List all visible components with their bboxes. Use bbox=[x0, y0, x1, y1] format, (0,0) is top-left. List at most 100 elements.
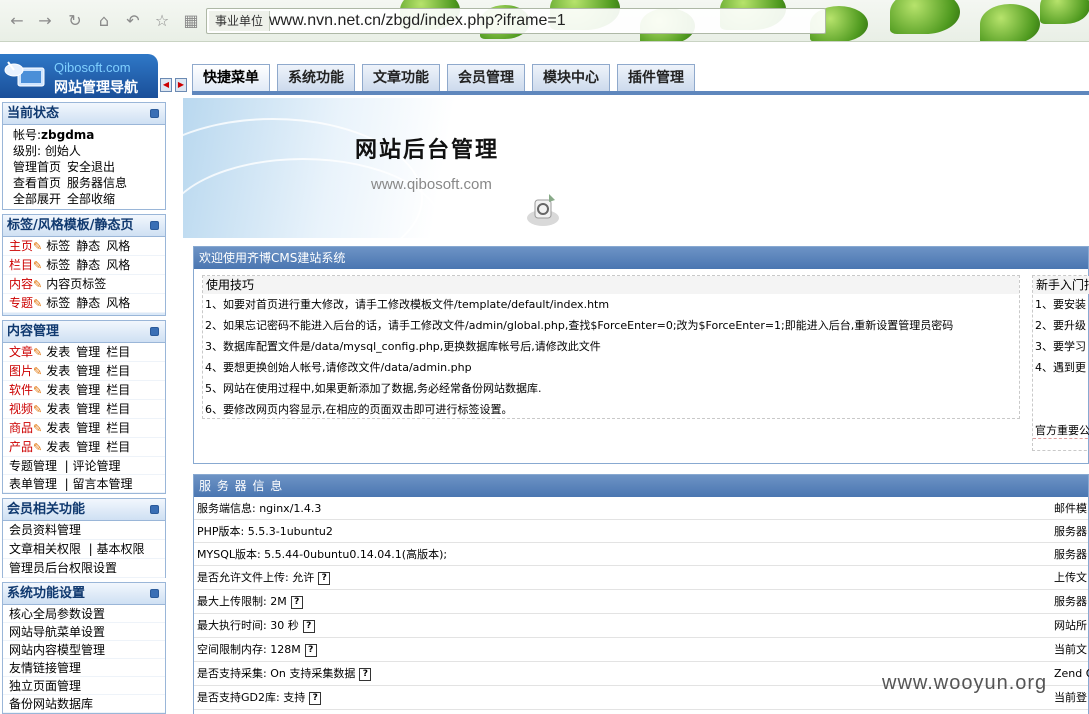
list-item[interactable]: 网站内容模型管理 bbox=[3, 641, 165, 659]
edit-icon: ✎ bbox=[33, 278, 43, 291]
newbie-line[interactable]: 4、遇到更 bbox=[1033, 357, 1089, 378]
member-section: 会员相关功能 会员资料管理 文章相关权限 | 基本权限 管理员后台权限设置 bbox=[2, 498, 166, 578]
server-info-right: 邮件模 bbox=[1054, 502, 1087, 515]
server-info-left: 空间限制内存: 128M? bbox=[197, 638, 317, 662]
content-section: 内容管理 文章✎ 发表 管理 栏目 图片✎ 发表 管理 栏目 软件✎ 发表 管理 栏目 视频✎ 发表… bbox=[2, 320, 166, 494]
tab-quick-menu[interactable]: 快捷菜单 bbox=[192, 64, 270, 92]
list-item[interactable]: 网站导航菜单设置 bbox=[3, 623, 165, 641]
server-info-right: 服务器 bbox=[1054, 548, 1087, 561]
list-item: 视频✎ 发表 管理 栏目 bbox=[3, 400, 165, 419]
back-icon[interactable]: ← bbox=[8, 12, 26, 30]
list-item[interactable]: 独立页面管理 bbox=[3, 677, 165, 695]
server-info-link[interactable]: 服务器信息 bbox=[67, 176, 127, 190]
tab-system[interactable]: 系统功能 bbox=[277, 64, 355, 92]
server-info-right: 当前文 bbox=[1054, 643, 1087, 656]
server-info-text: MYSQL版本: 5.5.44-0ubuntu0.14.04.1(高版本); bbox=[197, 548, 448, 561]
section-title[interactable]: 会员相关功能 bbox=[3, 499, 165, 521]
tip-line: 6、要修改网页内容显示,在相应的页面双击即可进行标签设置。 bbox=[205, 403, 513, 416]
panel-title: 欢迎使用齐博CMS建站系统 bbox=[194, 247, 1088, 269]
help-icon[interactable]: ? bbox=[318, 572, 331, 585]
sidebar: 当前状态 帐号:zbgdma 级别: 创始人 管理首页 安全退出 查看首页 服务器信… bbox=[0, 98, 168, 714]
section-title[interactable]: 当前状态 bbox=[3, 103, 165, 125]
form-link[interactable]: 表单管理 bbox=[9, 477, 57, 491]
section-title[interactable]: 内容管理 bbox=[3, 321, 165, 343]
edit-icon: ✎ bbox=[33, 441, 43, 454]
table-row: 是否允许文件上传: 允许? 上传文 bbox=[194, 566, 1088, 590]
undo-icon[interactable]: ↶ bbox=[124, 12, 142, 30]
list-item[interactable]: 备份网站数据库 bbox=[3, 695, 165, 713]
expand-all-link[interactable]: 全部展开 bbox=[13, 192, 61, 206]
apps-icon[interactable]: ▦ bbox=[182, 12, 200, 30]
admin-home-link[interactable]: 管理首页 bbox=[13, 160, 61, 174]
guestbook-link[interactable]: 留言本管理 bbox=[73, 477, 133, 491]
account-row: 帐号:zbgdma bbox=[3, 127, 165, 143]
list-item: 栏目✎ 标签 静态 风格 bbox=[3, 256, 165, 275]
help-icon[interactable]: ? bbox=[302, 620, 315, 633]
toggle-icon[interactable] bbox=[150, 221, 159, 230]
newbie-line[interactable]: 2、要升级 bbox=[1033, 315, 1089, 336]
collapse-right-icon[interactable]: ▶ bbox=[175, 78, 187, 92]
tips-box: 使用技巧 1、如要对首页进行重大修改，请手工修改模板文件/template/de… bbox=[202, 275, 1020, 419]
list-item[interactable]: 核心全局参数设置 bbox=[3, 605, 165, 623]
logo-site: Qibosoft.com bbox=[54, 60, 131, 75]
tab-article[interactable]: 文章功能 bbox=[362, 64, 440, 92]
home-icon[interactable]: ⌂ bbox=[95, 12, 113, 30]
table-row: 服务端信息: nginx/1.4.3 邮件模 bbox=[194, 497, 1088, 520]
newbie-line[interactable]: 3、要学习 bbox=[1033, 336, 1089, 357]
comment-link[interactable]: 评论管理 bbox=[73, 459, 121, 473]
list-item: 文章✎ 发表 管理 栏目 bbox=[3, 343, 165, 362]
list-item: 专题管理 | 评论管理 bbox=[3, 457, 165, 475]
forward-icon[interactable]: → bbox=[36, 12, 54, 30]
url-text[interactable]: www.nvn.net.cn/zbgd/index.php?iframe=1 bbox=[269, 10, 566, 32]
logout-link[interactable]: 安全退出 bbox=[67, 160, 115, 174]
newbie-title: 新手入门指 bbox=[1033, 276, 1089, 294]
server-info-text: 服务端信息: nginx/1.4.3 bbox=[197, 502, 322, 515]
toggle-icon[interactable] bbox=[150, 327, 159, 336]
toggle-icon[interactable] bbox=[150, 505, 159, 514]
list-item: 专题✎ 标签 静态 风格 bbox=[3, 294, 165, 313]
server-info-left: MYSQL版本: 5.5.44-0ubuntu0.14.04.1(高版本); bbox=[197, 543, 447, 566]
help-icon[interactable]: ? bbox=[304, 644, 317, 657]
help-icon[interactable]: ? bbox=[359, 668, 372, 681]
tab-underline bbox=[192, 91, 1089, 95]
help-icon[interactable]: ? bbox=[309, 692, 322, 705]
tip-line: 1、如要对首页进行重大修改，请手工修改模板文件/template/default… bbox=[205, 298, 610, 311]
server-info-left: 是否支持GD2库: 支持? bbox=[197, 686, 322, 710]
address-bar[interactable]: 事业单位 www.nvn.net.cn/zbgd/index.php?ifram… bbox=[206, 8, 826, 34]
tab-plugins[interactable]: 插件管理 bbox=[617, 64, 695, 92]
browser-toolbar: ← → ↻ ⌂ ↶ ☆ ▦ 事业单位 www.nvn.net.cn/zbgd/i… bbox=[0, 0, 1089, 42]
reload-icon[interactable]: ↻ bbox=[66, 12, 84, 30]
server-info-text: 是否支持采集: On 支持采集数据 bbox=[197, 667, 356, 680]
official-notice[interactable]: 官方重要公 bbox=[1033, 422, 1089, 439]
server-info-text: 最大上传限制: 2M bbox=[197, 595, 287, 608]
section-title[interactable]: 系统功能设置 bbox=[3, 583, 165, 605]
list-item: 图片✎ 发表 管理 栏目 bbox=[3, 362, 165, 381]
table-row: 最大上传限制: 2M? 服务器 bbox=[194, 590, 1088, 614]
server-info-text: 空间限制内存: 128M bbox=[197, 643, 301, 656]
tab-member[interactable]: 会员管理 bbox=[447, 64, 525, 92]
server-info-text: 最大执行时间: 30 秒 bbox=[197, 619, 299, 632]
collapse-all-link[interactable]: 全部收缩 bbox=[67, 192, 115, 206]
banner-image: 网站后台管理 www.qibosoft.com bbox=[183, 98, 613, 238]
newbie-box: 新手入门指 1、要安装 2、要升级 3、要学习 4、遇到更 官方重要公 bbox=[1032, 275, 1089, 451]
toggle-icon[interactable] bbox=[150, 589, 159, 598]
tip-line: 3、数据库配置文件是/data/mysql_config.php,更换数据库帐号… bbox=[205, 340, 601, 353]
tip-line: 4、要想更换创始人帐号,请修改文件/data/admin.php bbox=[205, 361, 472, 374]
table-row: 最大执行时间: 30 秒? 网站所 bbox=[194, 614, 1088, 638]
server-info-right: 服务器 bbox=[1054, 525, 1087, 538]
newbie-line[interactable]: 1、要安装 bbox=[1033, 294, 1089, 315]
section-title[interactable]: 标签/风格模板/静态页 bbox=[3, 215, 165, 237]
star-icon[interactable]: ☆ bbox=[153, 12, 171, 30]
member-info-link[interactable]: 会员资料管理 bbox=[3, 521, 165, 540]
list-item[interactable]: 友情链接管理 bbox=[3, 659, 165, 677]
tab-modules[interactable]: 模块中心 bbox=[532, 64, 610, 92]
edit-icon: ✎ bbox=[33, 403, 43, 416]
help-icon[interactable]: ? bbox=[290, 596, 303, 609]
collapse-left-icon[interactable]: ◀ bbox=[160, 78, 172, 92]
edit-icon: ✎ bbox=[33, 240, 43, 253]
view-home-link[interactable]: 查看首页 bbox=[13, 176, 61, 190]
special-topic-link[interactable]: 专题管理 bbox=[9, 459, 57, 473]
admin-permission-link[interactable]: 管理员后台权限设置 bbox=[3, 559, 165, 578]
toggle-icon[interactable] bbox=[150, 109, 159, 118]
table-row: 空间限制内存: 128M? 当前文 bbox=[194, 638, 1088, 662]
